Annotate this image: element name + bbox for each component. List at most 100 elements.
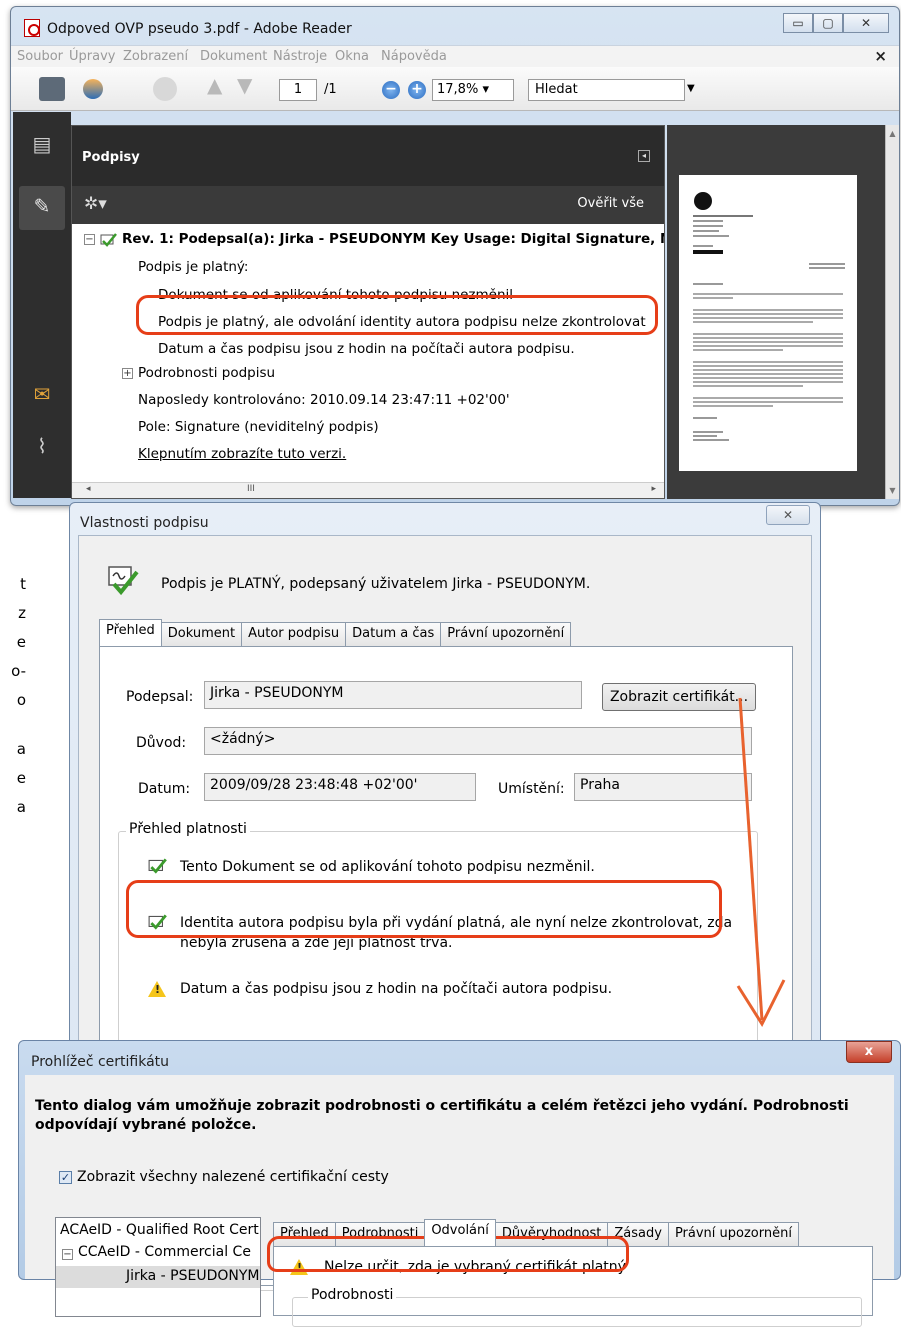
toolbar: ▲ ▼ 1 /1 − + 17,8% ▾ Hledat ▼	[11, 67, 899, 111]
close-button[interactable]: ✕	[843, 13, 889, 33]
revision-line[interactable]: Rev. 1: Podepsal(a): Jirka - PSEUDONYM K…	[122, 231, 664, 247]
dialog-close-button[interactable]: ✕	[766, 505, 810, 525]
expand-tree-icon[interactable]: +	[122, 368, 133, 379]
tab-autor-podpisu[interactable]: Autor podpisu	[241, 622, 347, 646]
bg-fragment: z	[18, 604, 26, 622]
document-close-icon[interactable]: ×	[874, 47, 887, 65]
details-group-label: Podrobnosti	[308, 1287, 397, 1303]
highlight-identity-status	[126, 880, 722, 938]
dialog-title: Prohlížeč certifikátu	[31, 1054, 170, 1070]
signed-by-field[interactable]: Jirka - PSEUDONYM	[204, 681, 582, 709]
tab-datum-a-cas[interactable]: Datum a čas	[345, 622, 442, 646]
scroll-grip[interactable]: III	[247, 484, 255, 494]
signatures-panel-title: Podpisy	[82, 150, 140, 165]
adobe-reader-window: Odpoved OVP pseudo 3.pdf - Adobe Reader …	[10, 6, 900, 506]
menu-napoveda[interactable]: Nápověda	[381, 49, 447, 64]
dialog-close-button[interactable]: x	[846, 1041, 892, 1063]
certificate-viewer-intro: Tento dialog vám umožňuje zobrazit podro…	[35, 1098, 849, 1133]
title-bar[interactable]: Odpoved OVP pseudo 3.pdf - Adobe Reader …	[11, 7, 899, 45]
menu-okna[interactable]: Okna	[335, 49, 369, 64]
datetime-text: Datum a čas podpisu jsou z hodin na počí…	[158, 341, 575, 357]
page-preview-graphic	[693, 192, 845, 441]
menu-nastroje[interactable]: Nástroje	[273, 49, 327, 64]
search-input[interactable]: Hledat	[528, 79, 685, 101]
menu-dokument[interactable]: Dokument	[200, 49, 267, 64]
signature-valid-icon	[148, 858, 167, 874]
signature-valid-text: Podpis je platný:	[138, 259, 249, 275]
print-icon[interactable]	[39, 77, 65, 101]
vertical-scrollbar[interactable]: ▲ ▼	[885, 125, 899, 499]
menu-soubor[interactable]: Soubor	[17, 49, 63, 64]
menu-bar: Soubor Úpravy Zobrazení Dokument Nástroj…	[11, 45, 899, 67]
bg-fragment: t	[20, 575, 26, 593]
tab-dokument[interactable]: Dokument	[160, 622, 243, 646]
hand-tool-icon[interactable]	[153, 77, 177, 101]
validity-datetime-text: Datum a čas podpisu jsou z hodin na počí…	[180, 981, 613, 997]
window-title: Odpoved OVP pseudo 3.pdf - Adobe Reader	[47, 21, 352, 37]
show-all-paths-checkbox[interactable]: ✓	[59, 1171, 72, 1184]
comments-icon[interactable]: ✉	[30, 382, 54, 406]
signature-valid-icon	[100, 233, 117, 247]
verify-all-button[interactable]: Ověřit vše	[577, 196, 644, 211]
zoom-level-select[interactable]: 17,8% ▾	[432, 79, 514, 101]
collapse-tree-icon[interactable]: −	[62, 1249, 73, 1260]
zoom-in-icon[interactable]: +	[408, 81, 426, 99]
certificate-viewer-dialog: Prohlížeč certifikátu x Tento dialog vám…	[18, 1040, 901, 1327]
pages-icon[interactable]: ▤	[30, 132, 54, 156]
collaborate-icon[interactable]	[81, 77, 111, 101]
scroll-right-icon[interactable]: ▸	[651, 484, 656, 494]
pdf-file-icon	[24, 19, 40, 37]
view-version-link[interactable]: Klepnutím zobrazíte tuto verzi.	[138, 446, 346, 462]
signature-status-headline: Podpis je PLATNÝ, podepsaný uživatelem J…	[161, 576, 591, 592]
attachments-icon[interactable]: ⌇	[30, 434, 54, 458]
document-page-thumbnail[interactable]	[679, 175, 857, 471]
previous-page-icon[interactable]: ▲	[207, 73, 227, 97]
zoom-out-icon[interactable]: −	[382, 81, 400, 99]
bg-fragment: a	[16, 798, 26, 816]
warning-icon	[148, 981, 166, 997]
menu-upravy[interactable]: Úpravy	[69, 49, 115, 64]
tree-item-leaf[interactable]: Jirka - PSEUDONYM	[126, 1268, 260, 1284]
tab-pravni-upozorneni[interactable]: Právní upozornění	[667, 1222, 799, 1246]
collapse-panel-icon[interactable]: ◂	[638, 150, 650, 162]
bg-fragment: o	[16, 691, 26, 709]
zoom-level-value: 17,8%	[437, 82, 479, 97]
navigation-rail: ▤ ✎ ✉ ⌇	[13, 112, 71, 498]
location-field[interactable]: Praha	[574, 773, 752, 801]
highlight-revocation-status	[136, 295, 658, 335]
scroll-left-icon[interactable]: ◂	[86, 484, 91, 494]
tab-odvolani[interactable]: Odvolání	[424, 1219, 496, 1246]
tree-item-root[interactable]: ACAeID - Qualified Root Cert	[60, 1222, 259, 1238]
signature-field-text: Pole: Signature (neviditelný podpis)	[138, 419, 379, 435]
validity-unchanged-text: Tento Dokument se od aplikování tohoto p…	[180, 859, 595, 875]
scroll-down-icon[interactable]: ▼	[886, 486, 899, 495]
bg-fragment: o-	[11, 662, 26, 680]
signature-valid-icon	[108, 566, 139, 596]
show-all-paths-label: Zobrazit všechny nalezené certifikační c…	[77, 1169, 389, 1185]
location-label: Umístění:	[498, 781, 565, 797]
signature-details-item[interactable]: Podrobnosti podpisu	[138, 365, 275, 381]
menu-zobrazeni[interactable]: Zobrazení	[123, 49, 188, 64]
validity-summary-label: Přehled platnosti	[126, 821, 250, 837]
minimize-button[interactable]: ▭	[783, 13, 813, 33]
maximize-button[interactable]: ▢	[813, 13, 843, 33]
tab-pravni-upozorneni[interactable]: Právní upozornění	[440, 622, 572, 646]
horizontal-scrollbar[interactable]: ◂ III ▸	[72, 482, 664, 498]
tab-prehled[interactable]: Přehled	[99, 619, 162, 646]
collapse-tree-icon[interactable]: −	[84, 234, 95, 245]
date-field[interactable]: 2009/09/28 23:48:48 +02'00'	[204, 773, 476, 801]
dialog-title: Vlastnosti podpisu	[80, 515, 209, 531]
signatures-icon[interactable]: ✎	[19, 186, 65, 230]
scroll-up-icon[interactable]: ▲	[886, 129, 899, 138]
reason-label: Důvod:	[136, 735, 187, 751]
reason-field[interactable]: <žádný>	[204, 727, 752, 755]
page-number-input[interactable]: 1	[279, 79, 317, 101]
tree-item-intermediate[interactable]: CCAeID - Commercial Ce	[78, 1244, 251, 1260]
search-dropdown-icon[interactable]: ▼	[687, 83, 695, 94]
bg-fragment: e	[16, 769, 26, 787]
signed-by-label: Podepsal:	[126, 689, 194, 705]
next-page-icon[interactable]: ▼	[237, 73, 257, 97]
document-view	[667, 125, 885, 499]
last-checked-text: Naposledy kontrolováno: 2010.09.14 23:47…	[138, 392, 510, 408]
gear-icon[interactable]: ✲▾	[84, 194, 107, 214]
